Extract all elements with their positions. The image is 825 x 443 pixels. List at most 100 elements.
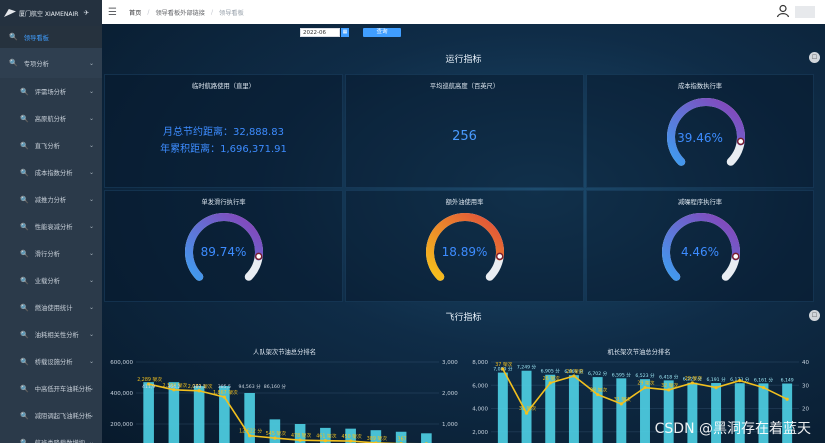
line-point — [785, 397, 789, 401]
bar-note-label: 94,563 分 — [239, 383, 262, 390]
query-button[interactable]: 查询 — [363, 28, 401, 37]
sidebar-item[interactable]: 🔍 专项分析 ⌄ — [0, 48, 102, 78]
bar — [592, 377, 603, 443]
chevron-down-icon: ⌄ — [88, 385, 94, 392]
calendar-icon[interactable]: ▦ — [341, 28, 349, 37]
sidebar-item-label: 专项分析 — [23, 60, 49, 68]
bar-value-label: 6,523 分 — [635, 372, 655, 379]
brand-logo: 厦门航空 XIAMENAIR ✈ — [0, 0, 102, 26]
user-name-box[interactable] — [795, 6, 815, 18]
menu-search-icon: 🔍 — [20, 249, 29, 258]
yearly-saving-text: 年累积距离：1,696,371.91 — [160, 144, 287, 155]
menu-search-icon: 🔍 — [20, 303, 29, 312]
sidebar-item[interactable]: 🔍 业载分析 ⌄ — [0, 267, 102, 294]
flight-section-title: 飞行指标 — [445, 313, 482, 323]
breadcrumb-parent[interactable]: 领导看板外部链接 — [155, 8, 205, 17]
sidebar-item[interactable]: 🔍 减阻调起飞油耗分析 ⌄ — [0, 402, 102, 429]
card-apu-title: 额外油使用率 — [445, 199, 484, 206]
ops-section-title: 运行指标 — [445, 55, 482, 65]
chevron-down-icon: ⌄ — [88, 196, 94, 203]
y-tick-label: 2,000 — [472, 430, 488, 436]
menu-search-icon: 🔍 — [9, 33, 18, 41]
y2-tick-label: 2,000 — [442, 391, 458, 397]
chevron-down-icon: ⌄ — [88, 304, 94, 311]
sidebar-item[interactable]: 🔍 性能衰减分析 ⌄ — [0, 213, 102, 240]
chevron-down-icon: ⌄ — [88, 88, 94, 95]
bar-value-label: 6,418 分 — [659, 373, 679, 380]
sidebar-item[interactable]: 🔍 评需场分析 ⌄ — [0, 78, 102, 105]
sidebar-item[interactable]: 🔍 桥载设施分析 ⌄ — [0, 348, 102, 375]
menu-search-icon: 🔍 — [20, 384, 29, 393]
menu-search-icon: 🔍 — [20, 87, 29, 96]
crew-chart-svg: 600,000 400,000 200,000 3,000 2,000 1,000 2,28… — [110, 360, 458, 443]
point-label: 28 架次 — [590, 387, 607, 394]
point-label: 2,289 架次 — [137, 376, 162, 383]
breadcrumb-separator: / — [210, 8, 214, 16]
line-point — [714, 385, 718, 390]
sidebar-item[interactable]: 🔍 领导看板 — [0, 26, 102, 48]
y-tick-label: 400,000 — [110, 391, 133, 397]
sidebar-item[interactable]: 🔍 高原航分析 ⌄ — [0, 105, 102, 132]
menu-search-icon: 🔍 — [20, 276, 29, 285]
menu-fold-icon[interactable]: ☰ — [108, 7, 117, 18]
y2-tick-label: 1,000 — [442, 422, 458, 428]
bar-note-label: 411,9 — [142, 384, 155, 390]
cruise-altitude-value: 256 — [452, 129, 477, 144]
sidebar-item-label: 成本指数分析 — [34, 170, 73, 177]
sidebar-item-label: 航班类降载数增抑 — [35, 438, 85, 443]
bar-note-label: 369,1 — [193, 384, 206, 390]
bar-value-label: 6,191 分 — [706, 376, 726, 383]
y-tick-label: 8,000 — [472, 360, 488, 366]
user-avatar-icon[interactable] — [776, 4, 790, 18]
menu-search-icon: 🔍 — [20, 141, 29, 150]
breadcrumb-current: 领导看板 — [219, 9, 244, 17]
menu-search-icon: 🔍 — [20, 114, 29, 123]
breadcrumb-home[interactable]: 首页 — [129, 8, 141, 17]
chevron-down-icon: ⌄ — [88, 439, 94, 443]
sidebar-item[interactable]: 🔍 成本指数分析 ⌄ — [0, 159, 102, 186]
bar-value-label: 6,161 分 — [754, 376, 774, 383]
point-label: 31 架次 — [614, 396, 631, 403]
single-engine-value: 89.74% — [200, 245, 247, 259]
sidebar-item[interactable]: 🔍 减推力分析 ⌄ — [0, 186, 102, 213]
monthly-saving-text: 月总节约距离：32,888.83 — [163, 127, 284, 138]
breadcrumb-separator: / — [147, 8, 150, 16]
dashboard: 2022-06 ▦ 查询 运行指标 ☐ 临时航路使用（直里） 月总节约距离：32… — [102, 24, 825, 443]
ops-side-toggle-icon[interactable]: ☐ — [809, 52, 820, 63]
y-tick-label: 600,000 — [110, 360, 133, 366]
sidebar-item[interactable]: 🔍 滑行分析 ⌄ — [0, 240, 102, 267]
flight-side-toggle-icon[interactable]: ☐ — [809, 310, 820, 321]
point-label: 32 架次 — [661, 382, 678, 389]
point-label: 12,622 分 — [239, 428, 262, 435]
sidebar-item[interactable]: 🔍 燃油使用统计 ⌄ — [0, 294, 102, 321]
point-label: 29 架次 — [685, 375, 702, 382]
sidebar-item[interactable]: 🔍 油耗相关性分析 ⌄ — [0, 321, 102, 348]
sidebar-item-label: 性能衰减分析 — [34, 224, 73, 231]
point-label: 37 架次 — [495, 361, 512, 368]
cost-index-value: 39.46% — [677, 131, 723, 145]
bar-note-label: 86,160 分 — [264, 383, 287, 390]
apu-usage-value: 18.89% — [441, 245, 488, 259]
card-cruise-altitude: 平均巡航高度（百英尺） 256 — [345, 74, 584, 188]
card-noise-reduction: 减噪程序执行率 4.46% — [586, 190, 814, 302]
sidebar-item-label: 桥载设施分析 — [34, 359, 73, 366]
sidebar-item-label: 高原航分析 — [34, 116, 67, 123]
chevron-down-icon: ⌄ — [88, 277, 94, 284]
line-point — [738, 379, 742, 383]
chevron-down-icon: ⌄ — [88, 358, 94, 365]
sidebar-item[interactable]: 🔍 航班类降载数增抑⌄ — [0, 429, 102, 443]
sidebar-item-label: 评需场分析 — [34, 89, 67, 96]
month-picker-input[interactable]: 2022-06 — [300, 28, 340, 37]
y-tick-label: 4,000 — [472, 407, 488, 413]
sidebar-item[interactable]: 🔍 中高低开车油耗分析 ⌄ — [0, 375, 102, 402]
bar-value-label: 7,249 分 — [517, 364, 537, 371]
sidebar-item[interactable]: 🔍 直飞分析 ⌄ — [0, 132, 102, 159]
chevron-down-icon: ⌄ — [88, 412, 94, 419]
card-apu-usage: 额外油使用率 18.89% — [345, 190, 584, 302]
bar — [497, 372, 508, 443]
point-label: 450 架次 — [341, 433, 361, 440]
y2-tick-label: 3,000 — [442, 360, 458, 366]
point-label: 29 架次 — [637, 380, 654, 387]
sidebar-item-label: 业载分析 — [34, 278, 60, 285]
chevron-down-icon: ⌄ — [88, 59, 94, 67]
